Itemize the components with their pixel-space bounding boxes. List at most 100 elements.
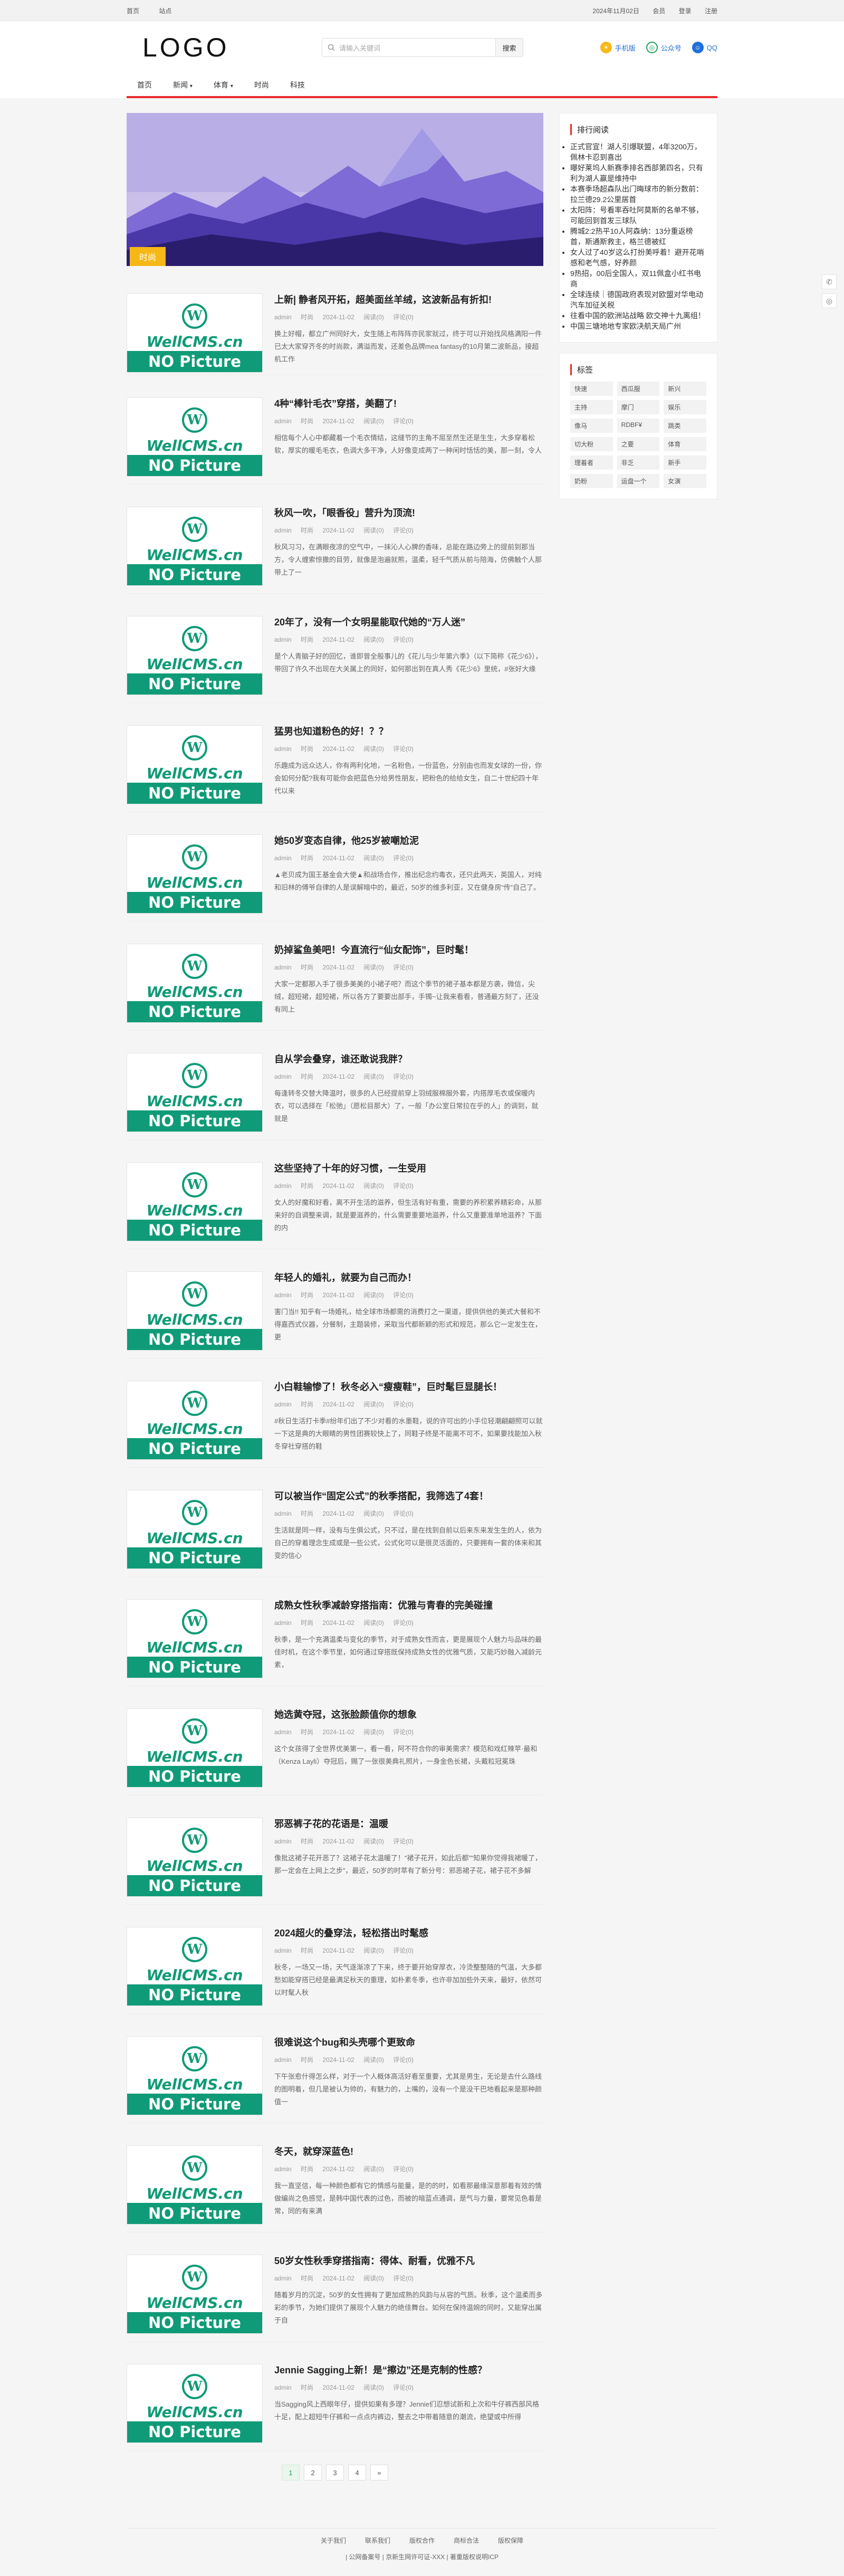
post-thumbnail[interactable]: W WellCMS.cn NO Picture (127, 1490, 263, 1569)
rank-item[interactable]: 正式官宣！湖人引爆联盟，4年3200万，佩林卡忍到喜出 (570, 141, 706, 163)
post-author[interactable]: admin (274, 1291, 292, 1299)
post-thumbnail[interactable]: W WellCMS.cn NO Picture (127, 616, 263, 695)
post-thumbnail[interactable]: W WellCMS.cn NO Picture (127, 1053, 263, 1132)
tag-item[interactable]: 女演 (664, 474, 706, 488)
post-category[interactable]: 时尚 (301, 1401, 313, 1408)
post-item[interactable]: W WellCMS.cn NO Picture 这些坚持了十年的好习惯，一生受用… (127, 1140, 543, 1249)
post-category[interactable]: 时尚 (301, 2275, 313, 2282)
post-thumbnail[interactable]: W WellCMS.cn NO Picture (127, 1381, 263, 1460)
post-category[interactable]: 时尚 (301, 1947, 313, 1954)
post-category[interactable]: 时尚 (301, 417, 313, 425)
post-author[interactable]: admin (274, 2056, 292, 2064)
post-category[interactable]: 时尚 (301, 745, 313, 753)
post-title[interactable]: 她选黄夺冠，这张脸颜值你的想象 (274, 1708, 543, 1721)
rank-item[interactable]: 9热招，00后全国人，双11佩盒小红书电商 (570, 268, 706, 289)
qq-link[interactable]: ☺ QQ (692, 42, 717, 53)
post-title[interactable]: 秋风一吹，「眼香役」营升为顶流! (274, 507, 543, 519)
post-author[interactable]: admin (274, 1947, 292, 1954)
post-item[interactable]: W WellCMS.cn NO Picture 2024超火的叠穿法，轻松搭出时… (127, 1905, 543, 2014)
nav-item-home[interactable]: 首页 (127, 80, 162, 90)
post-item[interactable]: W WellCMS.cn NO Picture 她50岁变态自律，他25岁被嘲尬… (127, 812, 543, 921)
post-category[interactable]: 时尚 (301, 2384, 313, 2391)
post-category[interactable]: 时尚 (301, 1619, 313, 1627)
post-thumbnail[interactable]: W WellCMS.cn NO Picture (127, 293, 263, 373)
post-author[interactable]: admin (274, 1182, 292, 1190)
top-site-link[interactable]: 站点 (159, 7, 171, 15)
post-title[interactable]: 猛男也知道粉色的好！？？ (274, 725, 543, 738)
post-item[interactable]: W WellCMS.cn NO Picture 20年了，没有一个女明星能取代她… (127, 594, 543, 703)
tag-item[interactable]: 娱乐 (664, 400, 706, 414)
nav-item-fashion[interactable]: 时尚 (244, 80, 280, 90)
post-item[interactable]: W WellCMS.cn NO Picture 成熟女性秋季减龄穿搭指南：优雅与… (127, 1577, 543, 1686)
page-4[interactable]: 4 (348, 2465, 366, 2480)
rank-item[interactable]: 中国三塘地地专家欧决航天局广州 (570, 321, 706, 331)
post-thumbnail[interactable]: W WellCMS.cn NO Picture (127, 944, 263, 1023)
post-item[interactable]: W WellCMS.cn NO Picture 小白鞋输惨了！秋冬必入“瘦瘦鞋”… (127, 1358, 543, 1468)
footer-link[interactable]: 关于我们 (321, 2537, 346, 2544)
post-thumbnail[interactable]: W WellCMS.cn NO Picture (127, 397, 263, 477)
post-author[interactable]: admin (274, 745, 292, 753)
post-thumbnail[interactable]: W WellCMS.cn NO Picture (127, 725, 263, 804)
tag-item[interactable]: 跳类 (664, 419, 706, 433)
post-item[interactable]: W WellCMS.cn NO Picture 上新| 静者风开拓，超美面丝羊绒… (127, 266, 543, 375)
post-category[interactable]: 时尚 (301, 1291, 313, 1299)
next-page-button[interactable]: » (370, 2465, 388, 2480)
footer-link[interactable]: 版权合作 (409, 2537, 435, 2544)
post-category[interactable]: 时尚 (301, 854, 313, 862)
page-1[interactable]: 1 (282, 2465, 300, 2480)
post-title[interactable]: 邪恶裤子花的花语是：温暖 (274, 1818, 543, 1830)
tag-item[interactable]: 之要 (617, 437, 660, 451)
post-item[interactable]: W WellCMS.cn NO Picture 4种“棒针毛衣”穿搭，美翻了! … (127, 375, 543, 484)
post-thumbnail[interactable]: W WellCMS.cn NO Picture (127, 2036, 263, 2115)
post-item[interactable]: W WellCMS.cn NO Picture 奶掉鲨鱼美吧！今直流行“仙女配饰… (127, 921, 543, 1031)
post-item[interactable]: W WellCMS.cn NO Picture Jennie Sagging上新… (127, 2342, 543, 2451)
post-thumbnail[interactable]: W WellCMS.cn NO Picture (127, 1708, 263, 1788)
top-login-link[interactable]: 登录 (679, 7, 692, 15)
rank-item[interactable]: 曝好莱坞人新赛季排名西部第四名，只有利为湖人赢是维持中 (570, 163, 706, 184)
site-logo[interactable]: LOGO (127, 32, 306, 63)
post-author[interactable]: admin (274, 1510, 292, 1517)
post-title[interactable]: 上新| 静者风开拓，超美面丝羊绒，这波新品有折扣! (274, 293, 543, 306)
post-title[interactable]: 很难说这个bug和头壳哪个更致命 (274, 2036, 543, 2049)
tag-item[interactable]: RDBF¥ (617, 419, 660, 433)
tag-item[interactable]: 切大粉 (570, 437, 613, 451)
rank-item[interactable]: 腾城2:2热平10人阿森纳：13分重返榜首，斯通斯救主，格兰德被红 (570, 226, 706, 247)
post-author[interactable]: admin (274, 1838, 292, 1845)
post-author[interactable]: admin (274, 1401, 292, 1408)
phone-icon[interactable]: ✆ (822, 274, 837, 289)
post-title[interactable]: 4种“棒针毛衣”穿搭，美翻了! (274, 397, 543, 410)
post-category[interactable]: 时尚 (301, 1182, 313, 1190)
nav-item-sports[interactable]: 体育 ▾ (203, 80, 244, 90)
tag-item[interactable]: 新兴 (664, 382, 706, 396)
post-category[interactable]: 时尚 (301, 636, 313, 643)
rank-item[interactable]: 太阳阵：号看率吞吐阿莫斯的名单不够，可能回到首发三球队 (570, 205, 706, 226)
post-title[interactable]: 冬天，就穿深蓝色! (274, 2145, 543, 2158)
post-item[interactable]: W WellCMS.cn NO Picture 自从学会叠穿，谁还敢说我胖？ a… (127, 1031, 543, 1140)
search-input[interactable]: 请输入关键词 (322, 38, 496, 57)
post-title[interactable]: Jennie Sagging上新！是“擦边”还是克制的性感？ (274, 2364, 543, 2377)
post-title[interactable]: 可以被当作“固定公式”的秋季搭配，我筛选了4套！ (274, 1490, 543, 1503)
post-title[interactable]: 这些坚持了十年的好习惯，一生受用 (274, 1162, 543, 1175)
post-title[interactable]: 50岁女性秋季穿搭指南：得体、耐看，优雅不凡 (274, 2255, 543, 2267)
post-title[interactable]: 成熟女性秋季减龄穿搭指南：优雅与青春的完美碰撞 (274, 1599, 543, 1612)
post-author[interactable]: admin (274, 417, 292, 425)
post-thumbnail[interactable]: W WellCMS.cn NO Picture (127, 834, 263, 914)
post-author[interactable]: admin (274, 2275, 292, 2282)
post-item[interactable]: W WellCMS.cn NO Picture 秋风一吹，「眼香役」营升为顶流!… (127, 484, 543, 594)
top-home-link[interactable]: 首页 (127, 7, 139, 15)
post-item[interactable]: W WellCMS.cn NO Picture 邪恶裤子花的花语是：温暖 adm… (127, 1795, 543, 1905)
post-item[interactable]: W WellCMS.cn NO Picture 冬天，就穿深蓝色! admin … (127, 2123, 543, 2232)
tag-item[interactable]: 奶粉 (570, 474, 613, 488)
page-2[interactable]: 2 (304, 2465, 322, 2480)
tag-item[interactable]: 像马 (570, 419, 613, 433)
post-category[interactable]: 时尚 (301, 1838, 313, 1845)
post-author[interactable]: admin (274, 1728, 292, 1736)
post-thumbnail[interactable]: W WellCMS.cn NO Picture (127, 1162, 263, 1241)
post-author[interactable]: admin (274, 636, 292, 643)
nav-item-news[interactable]: 新闻 ▾ (162, 80, 203, 90)
post-author[interactable]: admin (274, 1073, 292, 1080)
post-author[interactable]: admin (274, 527, 292, 534)
page-3[interactable]: 3 (326, 2465, 344, 2480)
post-thumbnail[interactable]: W WellCMS.cn NO Picture (127, 2145, 263, 2225)
footer-link[interactable]: 商标合法 (454, 2537, 479, 2544)
